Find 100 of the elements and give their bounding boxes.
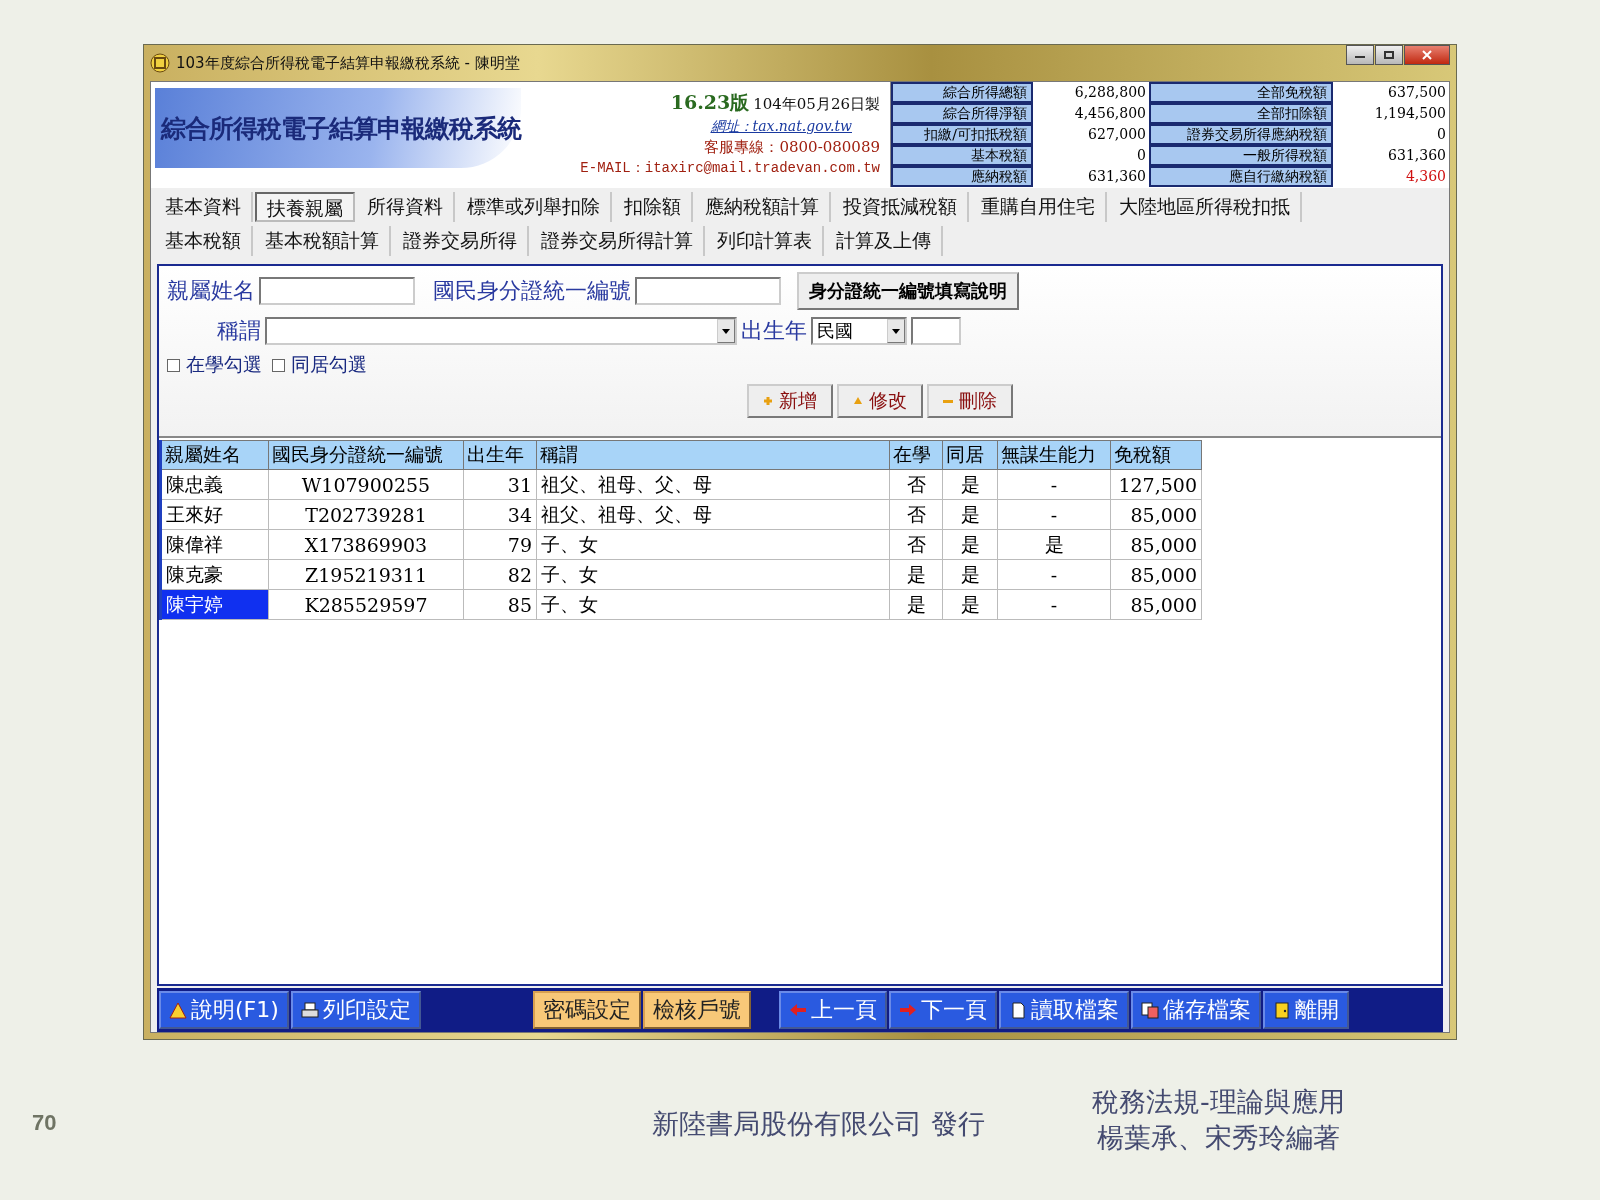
table-cell: 85,000 — [1110, 499, 1202, 530]
add-button[interactable]: 新增 — [747, 384, 833, 418]
table-cell: 是 — [997, 529, 1111, 560]
table-cell: 是 — [942, 589, 998, 620]
toolbar-button[interactable]: 離開 — [1262, 991, 1349, 1029]
toolbar-button[interactable]: 密碼設定 — [532, 991, 641, 1029]
checkbox[interactable]: 在學勾選 — [167, 352, 268, 378]
close-icon — [1422, 50, 1432, 60]
warning-icon — [169, 1001, 187, 1019]
tab[interactable]: 重購自用住宅 — [971, 192, 1107, 222]
title-dropdown[interactable] — [265, 317, 737, 345]
summary-label: 綜合所得淨額 — [891, 103, 1033, 124]
table-cell: 王來好 — [160, 499, 269, 530]
table-cell: 127,500 — [1110, 469, 1202, 500]
close-button[interactable] — [1404, 45, 1450, 65]
column-header[interactable]: 免稅額 — [1110, 440, 1202, 470]
tab[interactable]: 證券交易所得計算 — [531, 226, 705, 256]
field-label: 出生年 — [741, 317, 807, 345]
table-cell: K285529597 — [268, 589, 464, 620]
edit-button[interactable]: 修改 — [837, 384, 923, 418]
app-icon — [150, 53, 170, 73]
summary-label: 綜合所得總額 — [891, 82, 1033, 103]
table-cell: T202739281 — [268, 499, 464, 530]
toolbar-button[interactable]: 檢核戶號 — [642, 991, 751, 1029]
summary-label: 扣繳/可扣抵稅額 — [891, 124, 1033, 145]
summary-label: 證券交易所得應納稅額 — [1149, 124, 1333, 145]
app-title: 綜合所得稅電子結算申報繳稅系統 — [161, 112, 521, 145]
tab[interactable]: 標準或列舉扣除 — [457, 192, 612, 222]
door-icon — [1272, 1001, 1291, 1019]
year-field[interactable] — [911, 317, 961, 345]
checkbox[interactable]: 同居勾選 — [272, 352, 373, 378]
maximize-icon — [1384, 51, 1394, 59]
column-header[interactable]: 出生年 — [463, 440, 537, 470]
table-cell: 82 — [463, 559, 537, 590]
era-dropdown[interactable]: 民國 — [811, 317, 907, 345]
toolbar-button[interactable]: 下一頁 — [888, 991, 997, 1029]
column-header[interactable]: 無謀生能力 — [997, 440, 1111, 470]
table-cell: 85,000 — [1110, 589, 1202, 620]
tab[interactable]: 證券交易所得 — [393, 226, 529, 256]
table-cell: 是 — [942, 499, 998, 530]
dropdown-arrow-icon — [892, 328, 900, 334]
delete-button[interactable]: 刪除 — [927, 384, 1013, 418]
tab[interactable]: 應納稅額計算 — [695, 192, 831, 222]
table-cell: - — [997, 559, 1111, 590]
book-title: 稅務法規-理論與應用 — [1092, 1085, 1345, 1119]
table-cell: W107900255 — [268, 469, 464, 500]
table-cell: 85 — [463, 589, 537, 620]
help-button[interactable]: 身分證統一編號填寫說明 — [797, 272, 1019, 310]
column-header[interactable]: 在學 — [889, 440, 943, 470]
website-link[interactable]: 網址：tax.nat.gov.tw — [710, 118, 852, 136]
table-cell: - — [997, 589, 1111, 620]
table-cell: 85,000 — [1110, 529, 1202, 560]
toolbar-button[interactable]: 上一頁 — [778, 991, 887, 1029]
tab[interactable]: 所得資料 — [357, 192, 455, 222]
tab[interactable]: 扣除額 — [614, 192, 693, 222]
table-cell: - — [997, 469, 1111, 500]
summary-label: 全部扣除額 — [1149, 103, 1333, 124]
toolbar-button[interactable]: 儲存檔案 — [1130, 991, 1261, 1029]
tab[interactable]: 投資抵減稅額 — [833, 192, 969, 222]
table-cell: 是 — [942, 529, 998, 560]
page-number: 70 — [32, 1110, 58, 1136]
documents-icon — [1140, 1001, 1159, 1019]
dropdown-arrow-icon — [722, 328, 730, 334]
triangle-icon — [853, 396, 863, 406]
table-cell: 是 — [942, 559, 998, 590]
table-cell: 34 — [463, 499, 537, 530]
toolbar-button[interactable]: 列印設定 — [290, 991, 421, 1029]
table-cell: 是 — [889, 559, 943, 590]
maximize-button[interactable] — [1375, 45, 1403, 65]
column-header[interactable]: 同居 — [942, 440, 998, 470]
printer-icon — [300, 1001, 319, 1019]
tab[interactable]: 扶養親屬 — [255, 192, 355, 222]
table-cell: 子、女 — [536, 589, 890, 620]
tab[interactable]: 大陸地區所得稅扣抵 — [1109, 192, 1302, 222]
tab[interactable]: 基本資料 — [155, 192, 253, 222]
column-header[interactable]: 親屬姓名 — [160, 440, 269, 470]
summary-label: 基本稅額 — [891, 145, 1033, 166]
table-cell: 陳偉祥 — [160, 529, 269, 560]
version-label: 16.23版 — [670, 90, 750, 115]
name-field[interactable] — [259, 277, 415, 305]
table-cell: 祖父、祖母、父、母 — [536, 499, 890, 530]
toolbar-button[interactable]: 讀取檔案 — [998, 991, 1129, 1029]
table-cell: 陳宇婷 — [160, 589, 269, 620]
toolbar-button[interactable]: 說明(F1) — [159, 991, 289, 1029]
column-header[interactable]: 稱謂 — [536, 440, 890, 470]
column-header[interactable]: 國民身分證統一編號 — [268, 440, 464, 470]
tab[interactable]: 列印計算表 — [707, 226, 824, 256]
tab[interactable]: 基本稅額計算 — [255, 226, 391, 256]
tab[interactable]: 基本稅額 — [155, 226, 253, 256]
id-number-field[interactable] — [635, 277, 781, 305]
table-cell: 子、女 — [536, 529, 890, 560]
table-cell: 否 — [889, 469, 943, 500]
minimize-button[interactable] — [1346, 45, 1374, 65]
table-cell: 85,000 — [1110, 559, 1202, 590]
table-cell: - — [997, 499, 1111, 530]
field-label: 國民身分證統一編號 — [433, 277, 631, 305]
table-cell: 否 — [889, 499, 943, 530]
window-title: 103年度綜合所得稅電子結算申報繳稅系統 - 陳明堂 — [176, 53, 521, 73]
tab[interactable]: 計算及上傳 — [826, 226, 943, 256]
summary-label: 全部免稅額 — [1149, 82, 1333, 103]
